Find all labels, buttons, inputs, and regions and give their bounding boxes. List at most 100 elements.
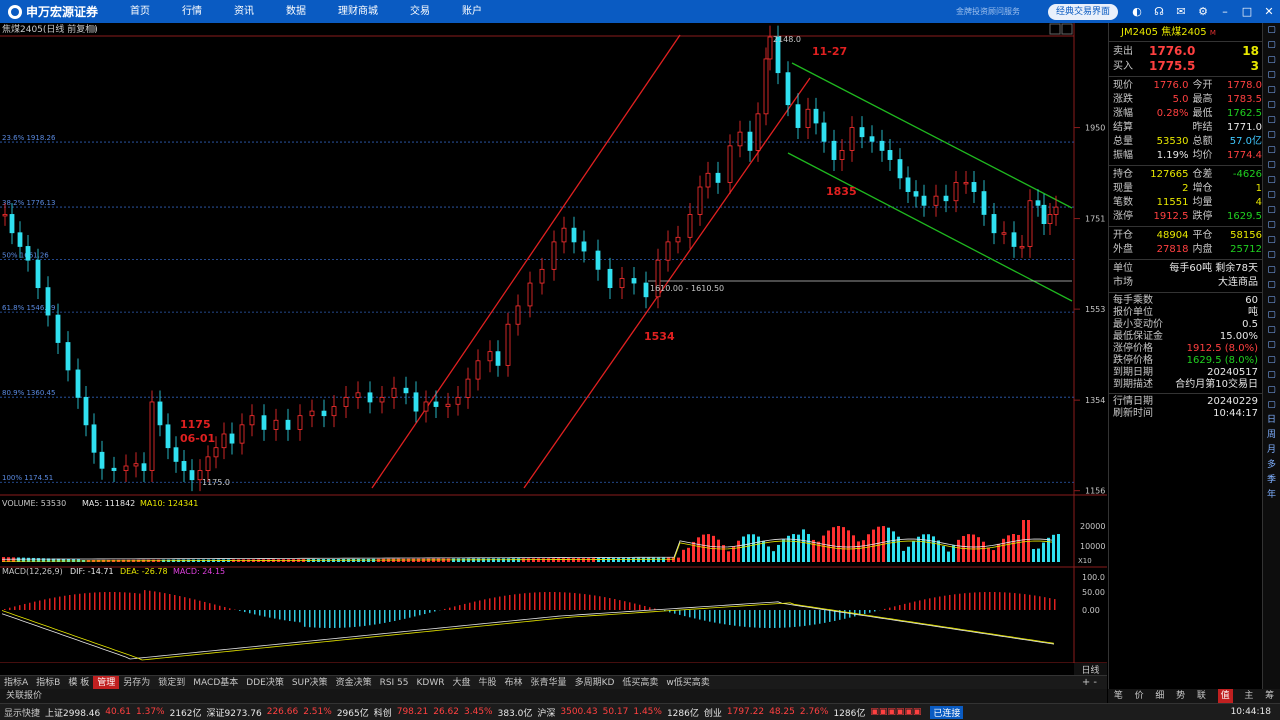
tool-icon-25[interactable]: ▢ (1267, 383, 1276, 398)
nav-data[interactable]: 数据 (276, 0, 316, 23)
nav-account[interactable]: 账户 (452, 0, 492, 23)
period-button[interactable]: 日线 (1074, 663, 1107, 676)
tool-icon-4[interactable]: ▢ (1267, 68, 1276, 83)
indicator-tab[interactable]: 大盘 (449, 676, 475, 690)
tool-icon-23[interactable]: ▢ (1267, 353, 1276, 368)
kline-chart-area[interactable]: 焦煤2405(日线 前复权) 23.6% 1918.26 38.2% 1776.1… (0, 23, 1107, 663)
up-channel-upper[interactable] (371, 34, 681, 489)
skin-icon[interactable]: ◐ (1126, 0, 1148, 23)
candle-body (205, 456, 211, 471)
tool-icon-8[interactable]: ▢ (1267, 128, 1276, 143)
period-quarter[interactable]: 季 (1267, 473, 1276, 488)
buy-row[interactable]: 买入 1775.5 3 (1109, 59, 1262, 74)
info-key: 涨停价格 (1113, 343, 1153, 354)
indicator-tab[interactable]: SUP决策 (288, 676, 332, 690)
indicator-tab[interactable]: 低买高卖 (618, 676, 662, 690)
maximize-icon[interactable]: □ (1236, 0, 1258, 23)
connection-status[interactable]: 已连接 (930, 705, 964, 719)
nav-trade[interactable]: 交易 (400, 0, 440, 23)
panel-tab[interactable]: 联 (1197, 689, 1206, 703)
period-month[interactable]: 月 (1267, 443, 1276, 458)
tool-icon-11[interactable]: ▢ (1267, 173, 1276, 188)
indicator-tab[interactable]: KDWR (413, 676, 449, 690)
period-multi[interactable]: 多 (1267, 458, 1276, 473)
nav-news[interactable]: 资讯 (224, 0, 264, 23)
tool-icon-9[interactable]: ▢ (1267, 143, 1276, 158)
tool-icon-20[interactable]: ▢ (1267, 308, 1276, 323)
tool-icon-17[interactable]: ▢ (1267, 263, 1276, 278)
related-quotes-bar[interactable]: 关联报价 (0, 689, 1107, 703)
index-sz[interactable]: 深证9273.76 (207, 706, 267, 719)
minimize-icon[interactable]: – (1214, 0, 1236, 23)
period-week[interactable]: 周 (1267, 428, 1276, 443)
tool-icon-21[interactable]: ▢ (1267, 323, 1276, 338)
tool-icon-14[interactable]: ▢ (1267, 218, 1276, 233)
tool-icon-22[interactable]: ▢ (1267, 338, 1276, 353)
up-channel-lower[interactable] (523, 77, 811, 489)
tool-icon-2[interactable]: ▢ (1267, 38, 1276, 53)
panel-tab[interactable]: 价 (1135, 689, 1144, 703)
nav-home[interactable]: 首页 (120, 0, 160, 23)
tool-icon-26[interactable]: ▢ (1267, 398, 1276, 413)
tool-icon-18[interactable]: ▢ (1267, 278, 1276, 293)
chart-zoom-icon[interactable] (1061, 23, 1073, 35)
period-year[interactable]: 年 (1267, 488, 1276, 503)
indicator-tab[interactable]: 资金决策 (332, 676, 376, 690)
period-day[interactable]: 日 (1267, 413, 1276, 428)
panel-tab[interactable]: 笔 (1114, 689, 1123, 703)
tool-icon-3[interactable]: ▢ (1267, 53, 1276, 68)
indicator-tab[interactable]: 指标A (0, 676, 32, 690)
kline-chart[interactable]: 焦煤2405(日线 前复权) 23.6% 1918.26 38.2% 1776.1… (0, 23, 1107, 663)
index-cy-value: 1797.22 (726, 707, 765, 717)
tool-icon-1[interactable]: ▢ (1267, 23, 1276, 38)
message-icon[interactable]: ✉ (1170, 0, 1192, 23)
indicator-tab[interactable]: 管理 (93, 675, 120, 690)
chart-settings-icon[interactable] (88, 25, 96, 33)
headset-icon[interactable]: ☊ (1148, 0, 1170, 23)
indicator-tab[interactable]: 张青华量 (527, 676, 571, 690)
index-kc[interactable]: 科创 (374, 706, 397, 719)
chart-option-icon[interactable] (1049, 23, 1061, 35)
alert-icons[interactable]: ▣▣▣▣▣▣ (870, 707, 926, 717)
macd-bar (39, 600, 41, 610)
tool-icon-13[interactable]: ▢ (1267, 203, 1276, 218)
panel-tab[interactable]: 势 (1176, 689, 1185, 703)
indicator-tab[interactable]: RSI 55 (376, 676, 413, 690)
panel-tab[interactable]: 细 (1155, 689, 1164, 703)
tool-icon-10[interactable]: ▢ (1267, 158, 1276, 173)
indicator-tab[interactable]: 模 板 (64, 676, 93, 690)
indicator-tab[interactable]: DDE决策 (242, 676, 288, 690)
tool-icon-24[interactable]: ▢ (1267, 368, 1276, 383)
show-shortcut[interactable]: 显示快捷 (0, 706, 45, 719)
indicator-tab[interactable]: 另存为 (119, 676, 154, 690)
volume-bar (907, 546, 910, 562)
related-quotes-label[interactable]: 关联报价 (6, 691, 42, 701)
panel-tab[interactable]: 筹 (1265, 689, 1274, 703)
tool-icon-7[interactable]: ▢ (1267, 113, 1276, 128)
panel-tab[interactable]: 主 (1244, 689, 1253, 703)
nav-quotes[interactable]: 行情 (172, 0, 212, 23)
indicator-tab[interactable]: 多周期KD (571, 676, 619, 690)
tab-scroll-icon[interactable]: + - (1078, 676, 1101, 690)
panel-tab[interactable]: 值 (1217, 689, 1233, 703)
settings-icon[interactable]: ⚙ (1192, 0, 1214, 23)
tool-icon-19[interactable]: ▢ (1267, 293, 1276, 308)
sell-row[interactable]: 卖出 1776.0 18 (1109, 44, 1262, 59)
indicator-tab[interactable]: MACD基本 (189, 676, 242, 690)
indicator-tab[interactable]: 布林 (501, 676, 527, 690)
indicator-tab[interactable]: 锁定到 (154, 676, 189, 690)
tool-icon-16[interactable]: ▢ (1267, 248, 1276, 263)
indicator-tab[interactable]: 指标B (32, 676, 64, 690)
tool-icon-5[interactable]: ▢ (1267, 83, 1276, 98)
tool-icon-15[interactable]: ▢ (1267, 233, 1276, 248)
index-hs[interactable]: 沪深 (537, 706, 560, 719)
tool-icon-12[interactable]: ▢ (1267, 188, 1276, 203)
index-cy[interactable]: 创业 (704, 706, 727, 719)
classic-trade-button[interactable]: 经典交易界面 (1047, 3, 1118, 20)
index-sh[interactable]: 上证2998.46 (45, 706, 105, 719)
nav-wealth-mall[interactable]: 理财商城 (328, 0, 388, 23)
indicator-tab[interactable]: w低买高卖 (662, 676, 713, 690)
close-icon[interactable]: ✕ (1258, 0, 1280, 23)
indicator-tab[interactable]: 牛股 (475, 676, 501, 690)
tool-icon-6[interactable]: ▢ (1267, 98, 1276, 113)
